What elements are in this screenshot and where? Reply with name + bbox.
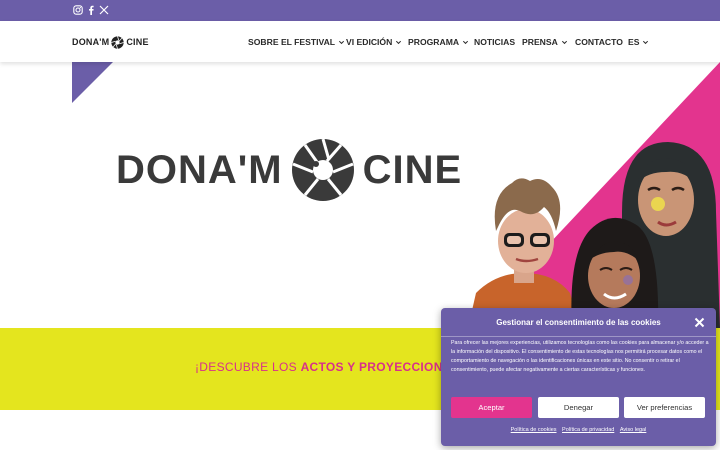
social-bar — [0, 0, 720, 21]
hero-logo: DONA'M CINE — [116, 137, 462, 203]
site-logo[interactable]: DONA'M CINE — [72, 35, 149, 49]
nav-label: PROGRAMA — [408, 37, 460, 47]
accept-button[interactable]: Aceptar — [451, 397, 532, 418]
cookie-policy-link[interactable]: Política de cookies — [511, 427, 557, 433]
nav-vi-edicion[interactable]: VI EDICIÓN — [346, 35, 402, 49]
cookie-consent-dialog: Gestionar el consentimiento de las cooki… — [441, 308, 716, 446]
nav-label: NOTICIAS — [474, 37, 516, 47]
brand-right-text: CINE — [126, 37, 149, 47]
banner-text-light: ¡DESCUBRE LOS — [195, 360, 301, 374]
facebook-icon[interactable] — [85, 4, 97, 16]
close-icon[interactable] — [694, 317, 705, 328]
nav-programa[interactable]: PROGRAMA — [408, 35, 469, 49]
hero-section: DONA'M CINE — [0, 62, 720, 328]
deny-button[interactable]: Denegar — [538, 397, 619, 418]
banner-text-bold: ACTOS Y PROYECCIONES — [300, 360, 460, 374]
instagram-icon[interactable] — [72, 4, 84, 16]
cookie-title: Gestionar el consentimiento de las cooki… — [496, 318, 661, 327]
nav-sobre-el-festival[interactable]: SOBRE EL FESTIVAL — [248, 35, 345, 49]
cookie-divider — [441, 336, 716, 337]
chevron-down-icon — [643, 40, 649, 44]
cookie-body-text: Para ofrecer las mejores experiencias, u… — [451, 340, 709, 373]
x-twitter-icon[interactable] — [98, 4, 110, 16]
nav-label: ES — [628, 37, 640, 47]
site-header: DONA'M CINE SOBRE EL FESTIVAL VI EDICIÓN… — [0, 21, 720, 62]
nav-contacto[interactable]: CONTACTO — [575, 35, 623, 49]
nav-language[interactable]: ES — [628, 35, 649, 49]
nav-noticias[interactable]: NOTICIAS — [474, 35, 515, 49]
preferences-button[interactable]: Ver preferencias — [624, 397, 705, 418]
nav-label: CONTACTO — [575, 37, 623, 47]
cookie-links: Política de cookies Política de privacid… — [441, 427, 716, 433]
chevron-down-icon — [396, 40, 402, 44]
page: DONA'M CINE SOBRE EL FESTIVAL VI EDICIÓN… — [0, 0, 720, 450]
nav-label: SOBRE EL FESTIVAL — [248, 37, 336, 47]
hero-logo-left: DONA'M — [116, 147, 283, 192]
hero-logo-right: CINE — [362, 147, 463, 192]
privacy-policy-link[interactable]: Política de privacidad — [562, 427, 614, 433]
legal-notice-link[interactable]: Aviso legal — [620, 427, 647, 433]
events-banner-text: ¡DESCUBRE LOS ACTOS Y PROYECCIONES D — [195, 360, 472, 374]
brand-left-text: DONA'M — [72, 37, 110, 47]
aperture-logo-icon — [291, 138, 354, 201]
chevron-down-icon — [463, 40, 469, 44]
nav-label: VI EDICIÓN — [346, 37, 393, 47]
nav-prensa[interactable]: PRENSA — [522, 35, 568, 49]
aperture-logo-icon — [111, 35, 125, 49]
chevron-down-icon — [561, 40, 567, 44]
nav-label: PRENSA — [522, 37, 558, 47]
woman-glasses-photo — [468, 178, 580, 328]
chevron-down-icon — [339, 40, 345, 44]
